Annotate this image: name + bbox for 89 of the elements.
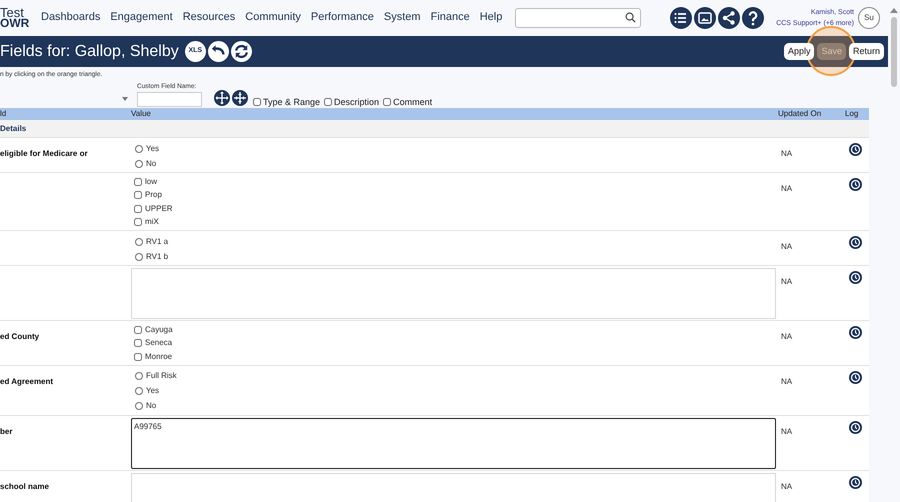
radio-button[interactable] — [135, 144, 143, 152]
checkbox[interactable] — [134, 204, 142, 213]
field-label: ed County — [0, 332, 40, 341]
clock-icon[interactable] — [849, 178, 862, 191]
expand-icon[interactable] — [214, 90, 230, 106]
checkbox[interactable] — [134, 191, 142, 200]
nav-link[interactable]: Help — [480, 9, 502, 26]
clock-icon[interactable] — [849, 326, 862, 339]
option-label: No — [146, 158, 156, 170]
nav-link[interactable]: Performance — [310, 9, 374, 26]
checkbox-label: Comment — [393, 96, 432, 108]
clock-icon[interactable] — [849, 236, 862, 249]
radio-button[interactable] — [135, 160, 143, 168]
checkbox-label: Description — [334, 96, 380, 109]
scroll-up-arrow[interactable] — [890, 8, 898, 13]
scrollbar-thumb[interactable] — [891, 17, 897, 87]
updated-on: NA — [781, 426, 792, 436]
checkbox[interactable] — [134, 339, 142, 348]
option-label: Cayuga — [145, 324, 173, 336]
radio-button[interactable] — [135, 387, 143, 395]
custom-field-input[interactable] — [137, 92, 202, 107]
option-label: Prop — [145, 189, 162, 202]
updated-on: NA — [781, 332, 792, 341]
picture-icon[interactable] — [694, 6, 716, 28]
option-label: No — [146, 400, 156, 412]
updated-on: NA — [781, 376, 792, 386]
nav-link[interactable]: Resources — [182, 9, 236, 26]
help-icon[interactable] — [742, 6, 764, 28]
avatar[interactable]: Su — [858, 6, 880, 28]
search-icon — [625, 12, 636, 23]
option-label: Seneca — [145, 337, 172, 350]
radio-button[interactable] — [135, 252, 143, 260]
checkbox-label: Type & Range — [263, 96, 320, 109]
option-label: low — [145, 176, 158, 188]
nav-link[interactable]: System — [384, 9, 421, 26]
collapse-icon[interactable] — [232, 90, 248, 106]
field-label: ed Agreement — [0, 376, 54, 386]
checkbox[interactable] — [324, 98, 332, 106]
field-label: eligible for Medicare or — [0, 149, 88, 158]
page-title: Fields for: Gallop, Shelby — [0, 42, 179, 62]
share-icon[interactable] — [718, 6, 740, 28]
updated-on: NA — [781, 277, 792, 286]
checkbox[interactable] — [253, 98, 261, 106]
refresh-icon[interactable] — [230, 41, 252, 62]
radio-button[interactable] — [135, 372, 143, 380]
checkbox[interactable] — [134, 218, 142, 226]
search-field[interactable] — [515, 8, 642, 28]
action-button[interactable]: Return — [848, 43, 884, 60]
logo-text: OWR — [0, 18, 30, 28]
updated-on: NA — [781, 242, 792, 251]
radio-button[interactable] — [135, 402, 143, 410]
checkbox[interactable] — [134, 178, 142, 186]
column-header: Value — [131, 108, 152, 120]
updated-on: NA — [781, 149, 792, 158]
checkbox[interactable] — [134, 326, 142, 334]
logo-text: Test — [0, 6, 24, 18]
option-label: Yes — [146, 385, 160, 397]
checkbox[interactable] — [383, 98, 392, 106]
nav-link[interactable]: Dashboards — [41, 9, 100, 26]
column-header: ld — [0, 108, 8, 120]
option-label: Monroe — [145, 350, 172, 363]
option-label: RV1 b — [146, 250, 168, 262]
undo-icon[interactable] — [208, 41, 229, 62]
clock-icon[interactable] — [849, 143, 862, 156]
option-label: RV1 a — [146, 236, 168, 248]
option-label: Yes — [146, 142, 160, 154]
list-icon[interactable] — [670, 6, 692, 28]
field-label: ber — [0, 426, 12, 436]
radio-button[interactable] — [135, 238, 143, 246]
checkbox[interactable] — [134, 352, 142, 361]
option-label: miX — [145, 216, 159, 228]
updated-on: NA — [781, 482, 792, 490]
option-label: UPPER — [145, 202, 173, 215]
updated-on: NA — [781, 184, 792, 193]
nav-link[interactable]: Engagement — [110, 9, 173, 26]
nav-link[interactable]: Community — [245, 9, 301, 26]
text-area[interactable]: A99765 — [131, 418, 776, 468]
clock-icon[interactable] — [849, 476, 862, 488]
caret-icon — [122, 97, 128, 101]
section-header: Details — [0, 122, 26, 134]
option-label: Full Risk — [146, 370, 177, 382]
clock-icon[interactable] — [849, 420, 862, 434]
clock-icon[interactable] — [849, 271, 862, 284]
column-header: Log — [845, 108, 860, 120]
nav-link[interactable]: Finance — [430, 9, 470, 26]
field-label: school name — [0, 482, 49, 490]
column-header: Updated On — [778, 108, 822, 120]
action-button[interactable]: Apply — [784, 43, 814, 60]
clock-icon[interactable] — [849, 370, 862, 384]
